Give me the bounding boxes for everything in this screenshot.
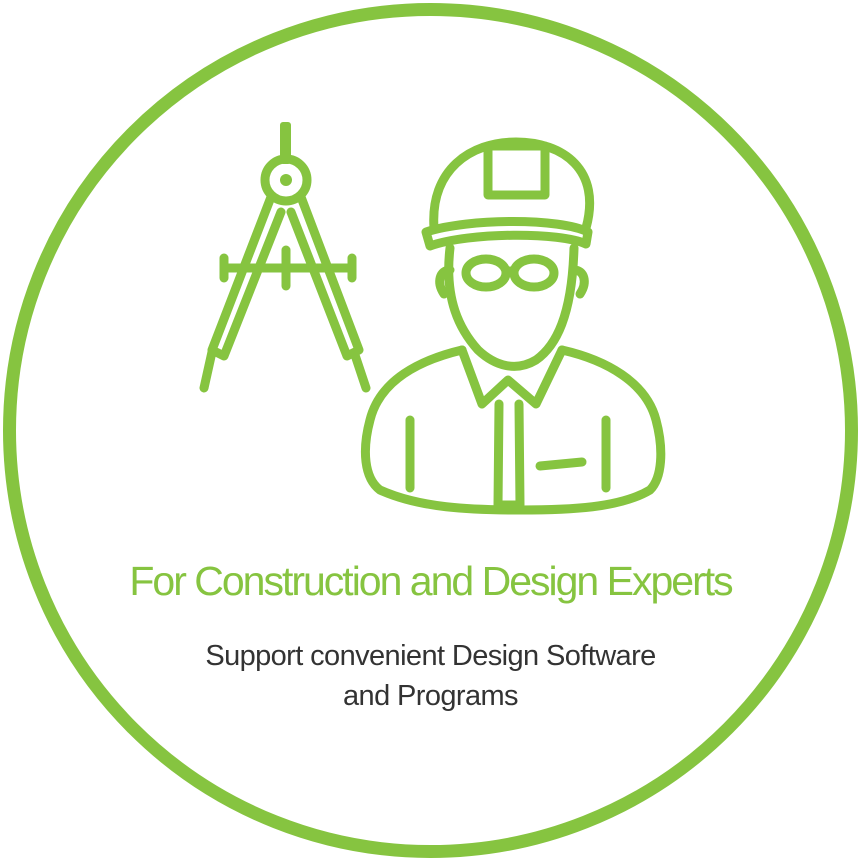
description-line-1: Support convenient Design Software — [205, 640, 656, 672]
illustration — [199, 122, 666, 515]
drafting-compass-icon — [199, 122, 371, 393]
description: Support convenient Design Software and P… — [100, 636, 761, 716]
headline: For Construction and Design Experts — [129, 558, 733, 604]
engineer-hard-hat-icon — [360, 137, 666, 515]
description-line-2: and Programs — [343, 680, 519, 712]
